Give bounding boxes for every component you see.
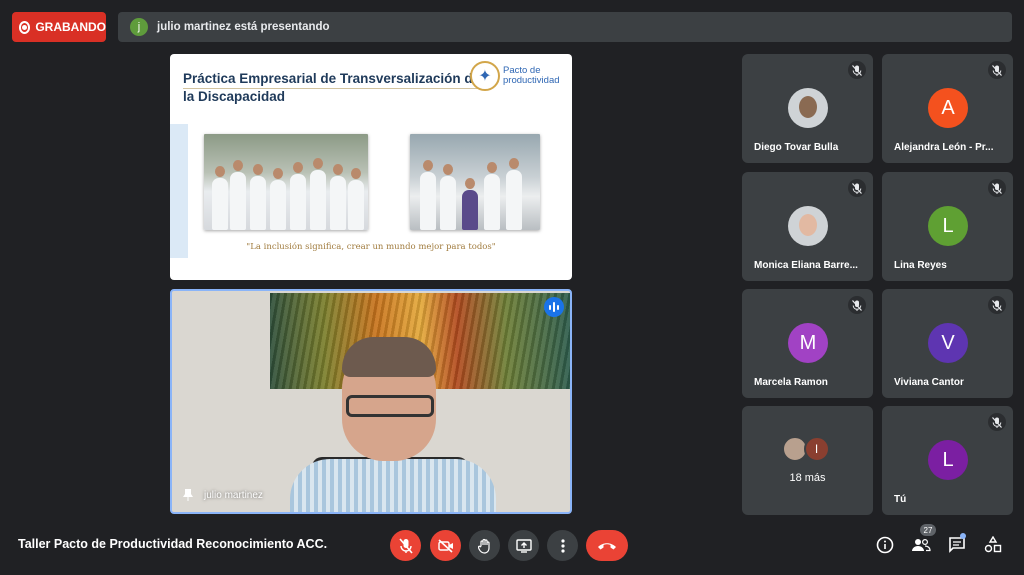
recording-label: GRABANDO — [35, 20, 106, 34]
mic-muted-icon — [988, 296, 1006, 314]
mic-muted-icon — [988, 413, 1006, 431]
presenter-glasses — [346, 395, 434, 417]
shared-slide[interactable]: Práctica Empresarial de Transversalizaci… — [170, 54, 572, 280]
slide-side-stripe — [170, 124, 188, 258]
participant-tile[interactable]: A Alejandra León - Pr... — [882, 54, 1013, 163]
more-options-button[interactable] — [547, 530, 578, 561]
activities-icon — [984, 536, 1002, 553]
mic-muted-icon — [988, 61, 1006, 79]
more-participants-tile[interactable]: I 18 más — [742, 406, 873, 515]
mic-off-icon — [398, 537, 413, 554]
present-icon — [515, 538, 532, 553]
mic-muted-icon — [848, 296, 866, 314]
people-icon — [912, 538, 931, 552]
presenting-banner: j julio martinez está presentando — [118, 12, 1012, 42]
presenting-text: julio martinez está presentando — [157, 21, 330, 33]
participant-letter-avatar: L — [928, 206, 968, 246]
mic-muted-icon — [848, 61, 866, 79]
present-screen-button[interactable] — [508, 530, 539, 561]
participant-tile[interactable]: L Tú — [882, 406, 1013, 515]
camera-toggle-button[interactable] — [430, 530, 461, 561]
activities-button[interactable] — [982, 534, 1004, 556]
meeting-title: Taller Pacto de Productividad Reconocimi… — [18, 537, 328, 551]
raise-hand-button[interactable] — [469, 530, 500, 561]
meeting-details-button[interactable] — [874, 534, 896, 556]
leave-call-button[interactable] — [586, 530, 628, 561]
participant-name: Lina Reyes — [894, 260, 947, 271]
presenter-name: julio martinez — [204, 490, 263, 501]
pacto-logo: ✦ Pacto de productividad — [470, 58, 566, 94]
presenter-video-tile[interactable]: julio martinez — [170, 289, 572, 514]
participant-letter-avatar: M — [788, 323, 828, 363]
participant-tile[interactable]: V Viviana Cantor — [882, 289, 1013, 398]
participant-name: Tú — [894, 494, 907, 505]
participant-name: Viviana Cantor — [894, 377, 964, 388]
participant-photo-avatar — [788, 206, 828, 246]
participant-tile[interactable]: M Marcela Ramon — [742, 289, 873, 398]
hand-icon — [477, 538, 490, 554]
camera-off-icon — [437, 538, 453, 553]
slide-quote: "La inclusión significa, crear un mundo … — [246, 242, 496, 252]
logo-text-line-2: productividad — [503, 75, 560, 86]
participant-name: Alejandra León - Pr... — [894, 142, 994, 153]
mic-muted-icon — [988, 179, 1006, 197]
participant-letter-avatar: A — [928, 88, 968, 128]
participant-tile[interactable]: Monica Eliana Barre... — [742, 172, 873, 281]
logo-emblem-icon: ✦ — [470, 61, 500, 91]
participant-name: Monica Eliana Barre... — [754, 260, 858, 271]
mic-muted-icon — [848, 179, 866, 197]
participant-tile[interactable]: Diego Tovar Bulla — [742, 54, 873, 163]
presenter-shirt — [290, 459, 496, 512]
people-button[interactable] — [910, 534, 932, 556]
participant-letter-avatar: L — [928, 440, 968, 480]
hang-up-icon — [598, 542, 616, 549]
more-vert-icon — [560, 538, 565, 553]
record-icon — [19, 20, 31, 34]
slide-photo-group-2 — [410, 134, 540, 230]
presenter-mini-avatar: j — [130, 18, 148, 36]
participant-photo-avatar — [788, 88, 828, 128]
more-participants-label: 18 más — [789, 472, 826, 484]
info-icon — [876, 536, 894, 554]
people-count-badge: 27 — [920, 524, 936, 536]
logo-text: Pacto de productividad — [503, 66, 560, 86]
participant-letter-avatar: V — [928, 323, 968, 363]
participant-name: Diego Tovar Bulla — [754, 142, 839, 153]
more-avatars: I — [781, 436, 834, 462]
speaking-indicator-icon — [544, 297, 564, 317]
chat-notification-dot — [960, 533, 966, 539]
slide-title-rule — [183, 88, 483, 89]
recording-badge[interactable]: GRABANDO — [12, 12, 106, 42]
presenter-hair — [342, 337, 436, 377]
participant-tile[interactable]: L Lina Reyes — [882, 172, 1013, 281]
mic-toggle-button[interactable] — [390, 530, 421, 561]
more-avatar-letter: I — [803, 436, 830, 462]
pin-icon[interactable] — [182, 488, 194, 502]
slide-photo-group-1 — [204, 134, 368, 230]
participant-name: Marcela Ramon — [754, 377, 828, 388]
